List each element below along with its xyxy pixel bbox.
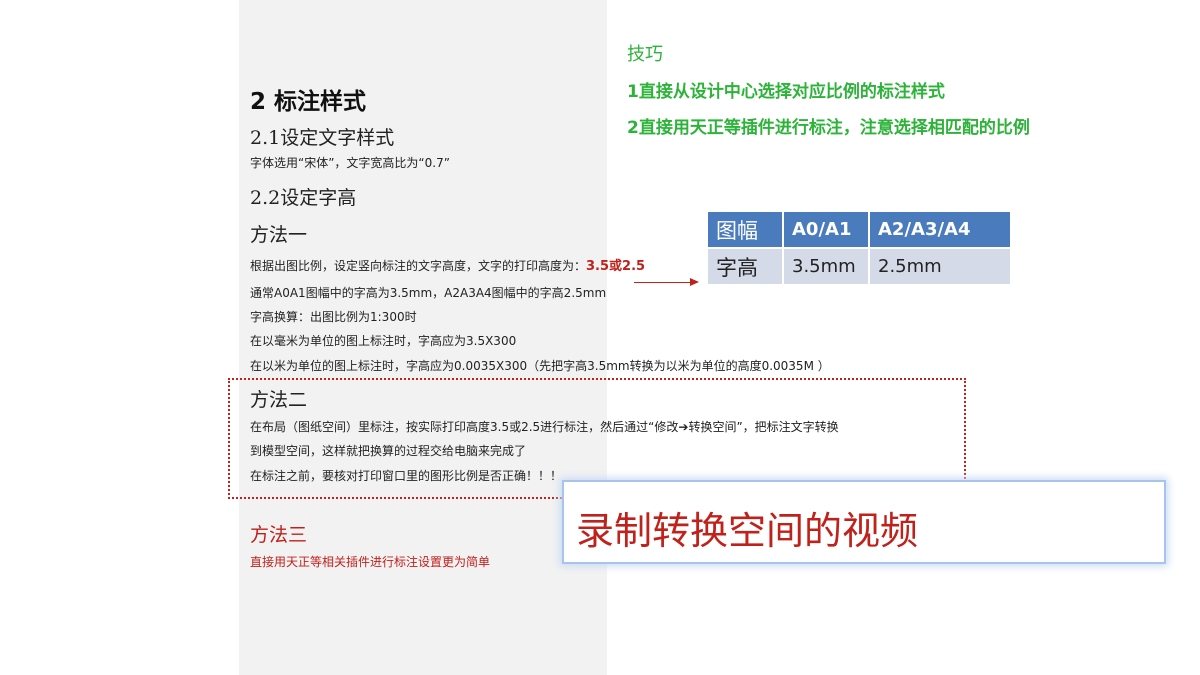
section-title: 2 标注样式 — [250, 89, 367, 115]
subsection-text-style-title: 2.1设定文字样式 — [250, 127, 395, 149]
method-one-line-1-text: 根据出图比例，设定竖向标注的文字高度，文字的打印高度为： — [250, 259, 587, 273]
table-header-cell: A2/A3/A4 — [868, 210, 1012, 249]
paper-size-table: 图幅 A0/A1 A2/A3/A4 字高 3.5mm 2.5mm — [706, 210, 1012, 286]
tips-title: 技巧 — [627, 44, 663, 65]
method-three-text: 直接用天正等相关插件进行标注设置更为简单 — [250, 555, 491, 569]
table-cell: 2.5mm — [868, 247, 1012, 286]
text-style-description: 字体选用“宋体”，文字宽高比为“0.7” — [250, 156, 450, 170]
tip-2: 2直接用天正等插件进行标注，注意选择相匹配的比例 — [627, 118, 1030, 138]
tip-1: 1直接从设计中心选择对应比例的标注样式 — [627, 82, 945, 102]
method-two-title: 方法二 — [250, 389, 308, 411]
method-three-title: 方法三 — [250, 524, 308, 546]
arrow-line — [634, 282, 694, 283]
video-note-box: 录制转换空间的视频 — [562, 480, 1166, 564]
table-header-cell: 图幅 — [706, 210, 784, 249]
table-cell: 字高 — [706, 247, 784, 286]
method-one-line-5: 在以米为单位的图上标注时，字高应为0.0035X300（先把字高3.5mm转换为… — [250, 359, 830, 373]
method-two-line-1: 在布局（图纸空间）里标注，按实际打印高度3.5或2.5进行标注，然后通过“修改➔… — [250, 420, 839, 434]
method-one-title: 方法一 — [250, 224, 308, 246]
arrow-right-icon — [690, 278, 699, 286]
method-one-line-1: 根据出图比例，设定竖向标注的文字高度，文字的打印高度为：3.5或2.5 — [250, 258, 645, 275]
method-one-line-4: 在以毫米为单位的图上标注时，字高应为3.5X300 — [250, 334, 517, 348]
subsection-text-height-title: 2.2设定字高 — [250, 187, 357, 209]
table-row: 字高 3.5mm 2.5mm — [706, 247, 1012, 286]
video-note-text: 录制转换空间的视频 — [576, 509, 919, 553]
method-two-line-3: 在标注之前，要核对打印窗口里的图形比例是否正确！！！ — [250, 469, 563, 483]
height-value-highlight: 3.5或2.5 — [586, 259, 646, 274]
method-two-line-2: 到模型空间，这样就把换算的过程交给电脑来完成了 — [250, 444, 527, 458]
method-one-line-2: 通常A0A1图幅中的字高为3.5mm，A2A3A4图幅中的字高2.5mm — [250, 286, 607, 300]
table-header-cell: A0/A1 — [782, 210, 870, 249]
table-cell: 3.5mm — [782, 247, 870, 286]
method-one-line-3: 字高换算：出图比例为1:300时 — [250, 310, 417, 324]
table-header-row: 图幅 A0/A1 A2/A3/A4 — [706, 210, 1012, 249]
